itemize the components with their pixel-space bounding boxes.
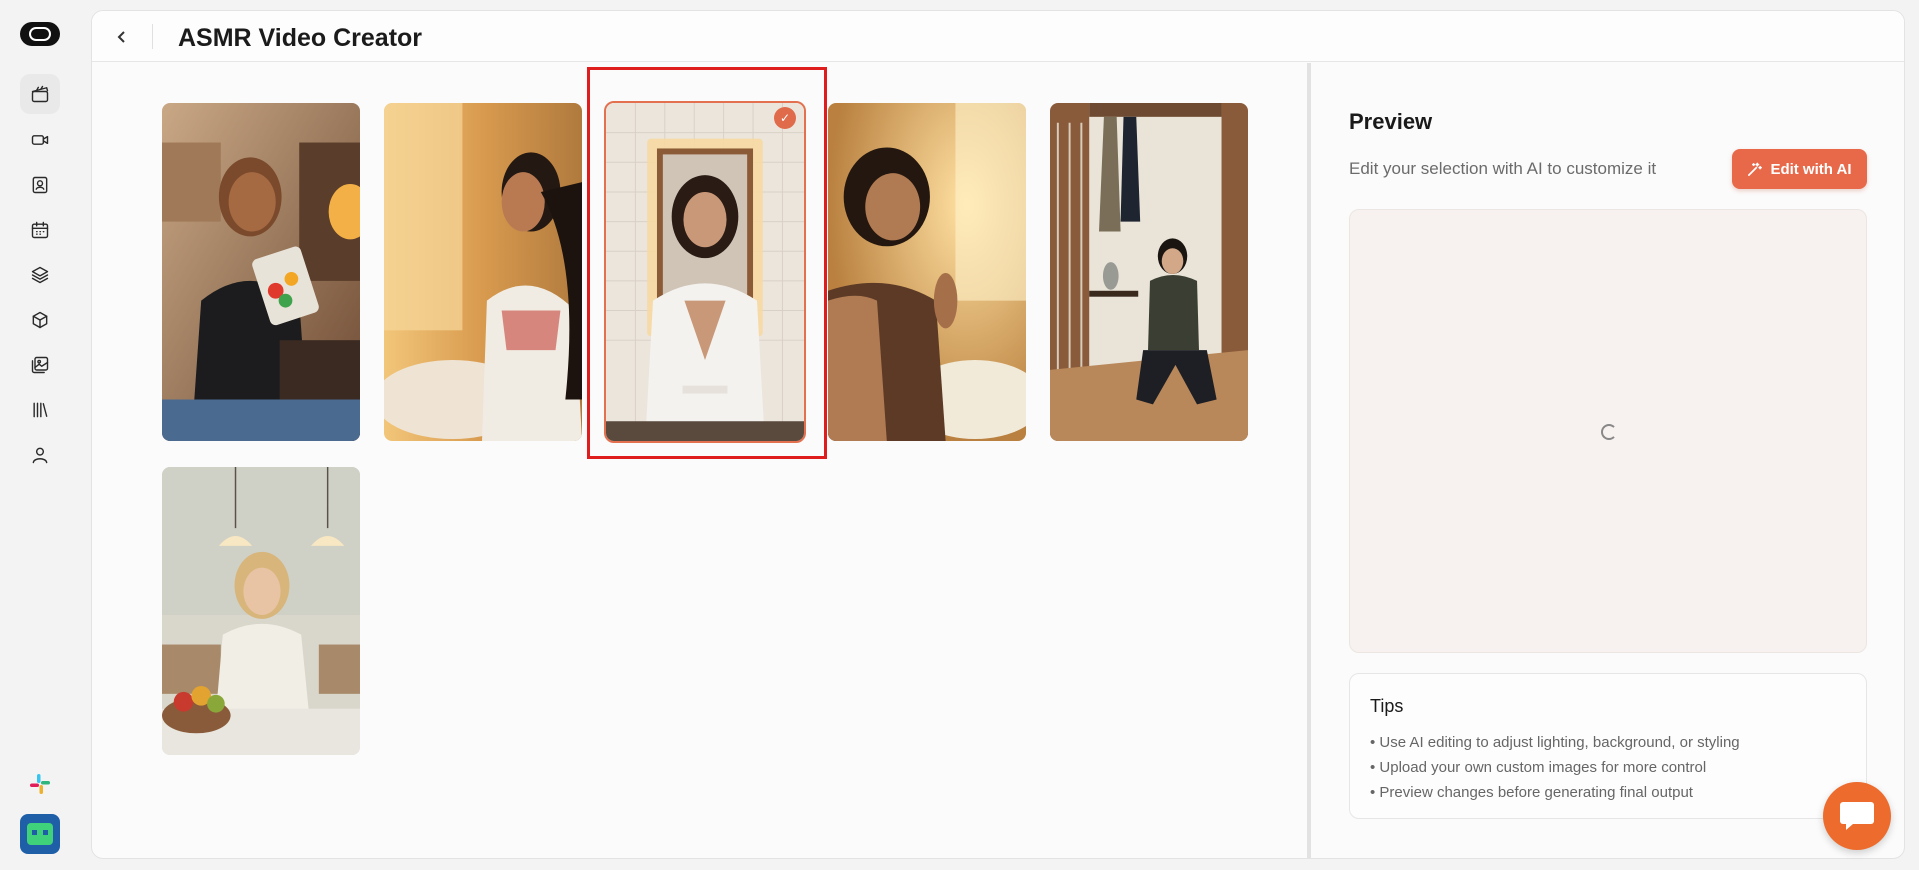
loading-spinner-icon xyxy=(1601,424,1617,440)
edit-with-ai-button[interactable]: Edit with AI xyxy=(1732,149,1867,189)
tip-item: Use AI editing to adjust lighting, backg… xyxy=(1370,730,1739,755)
edit-with-ai-label: Edit with AI xyxy=(1770,160,1852,178)
tips-box: Tips Use AI editing to adjust lighting, … xyxy=(1349,673,1867,819)
image-man-crouching-hallway xyxy=(1050,103,1248,441)
nav-item-library[interactable] xyxy=(20,390,60,430)
gallery-image-5[interactable] xyxy=(1048,101,1250,443)
magic-wand-icon xyxy=(1748,162,1763,176)
top-bar: ASMR Video Creator xyxy=(92,11,1904,62)
gallery-icon xyxy=(31,356,49,374)
back-button[interactable] xyxy=(108,23,136,51)
gallery-image-2[interactable] xyxy=(382,101,584,443)
nav-item-clapperboard[interactable] xyxy=(20,74,60,114)
nav-item-calendar[interactable] xyxy=(20,210,60,250)
image-gallery: ✓ xyxy=(92,63,1307,858)
tips-title: Tips xyxy=(1370,696,1404,716)
preview-panel: Preview Edit your selection with AI to c… xyxy=(1311,63,1904,858)
gallery-image-4[interactable] xyxy=(826,101,1028,443)
user-icon xyxy=(32,447,48,464)
selected-check-icon: ✓ xyxy=(774,107,796,129)
video-camera-icon xyxy=(31,135,49,145)
contact-card-icon xyxy=(32,176,48,194)
nav-item-contacts[interactable] xyxy=(20,165,60,205)
preview-area xyxy=(1349,209,1867,653)
left-nav-rail xyxy=(0,0,80,870)
image-woman-dining-table xyxy=(162,467,360,755)
tips-list: Use AI editing to adjust lighting, backg… xyxy=(1370,730,1740,805)
topbar-divider xyxy=(152,24,153,49)
preview-subtitle: Edit your selection with AI to customize… xyxy=(1349,159,1657,178)
app-logo[interactable] xyxy=(20,22,60,46)
user-avatar[interactable] xyxy=(20,814,60,854)
calendar-icon xyxy=(31,221,49,239)
robot-avatar-icon xyxy=(27,823,53,845)
tip-item: Preview changes before generating final … xyxy=(1370,780,1740,805)
image-girl-gummy-bag xyxy=(162,103,360,441)
nav-item-cube[interactable] xyxy=(20,300,60,340)
clapperboard-icon xyxy=(31,85,49,103)
library-icon xyxy=(33,402,48,418)
gallery-image-3[interactable]: ✓ xyxy=(604,101,806,443)
chat-bubble-icon xyxy=(1840,802,1874,830)
nav-item-gallery[interactable] xyxy=(20,345,60,385)
chevron-left-icon xyxy=(117,31,125,43)
tip-item: Upload your own custom images for more c… xyxy=(1370,755,1740,780)
gallery-image-1[interactable] xyxy=(160,101,362,443)
nav-item-layers[interactable] xyxy=(20,255,60,295)
logo-mark xyxy=(29,27,51,41)
chat-support-button[interactable] xyxy=(1823,782,1891,850)
image-woman-bathroom-sink xyxy=(384,103,582,441)
page-title: ASMR Video Creator xyxy=(178,24,423,52)
slack-icon[interactable] xyxy=(28,772,52,796)
gallery-image-6[interactable] xyxy=(160,465,362,757)
main-card: ASMR Video Creator ✓ Preview Edit your s… xyxy=(91,10,1905,859)
preview-title: Preview xyxy=(1349,109,1433,134)
layers-icon xyxy=(31,266,49,284)
image-woman-glowing-mirror xyxy=(828,103,1026,441)
nav-item-video[interactable] xyxy=(20,120,60,160)
cube-icon xyxy=(32,311,48,329)
nav-item-profile[interactable] xyxy=(20,435,60,475)
image-woman-robe-mirror xyxy=(606,103,804,441)
